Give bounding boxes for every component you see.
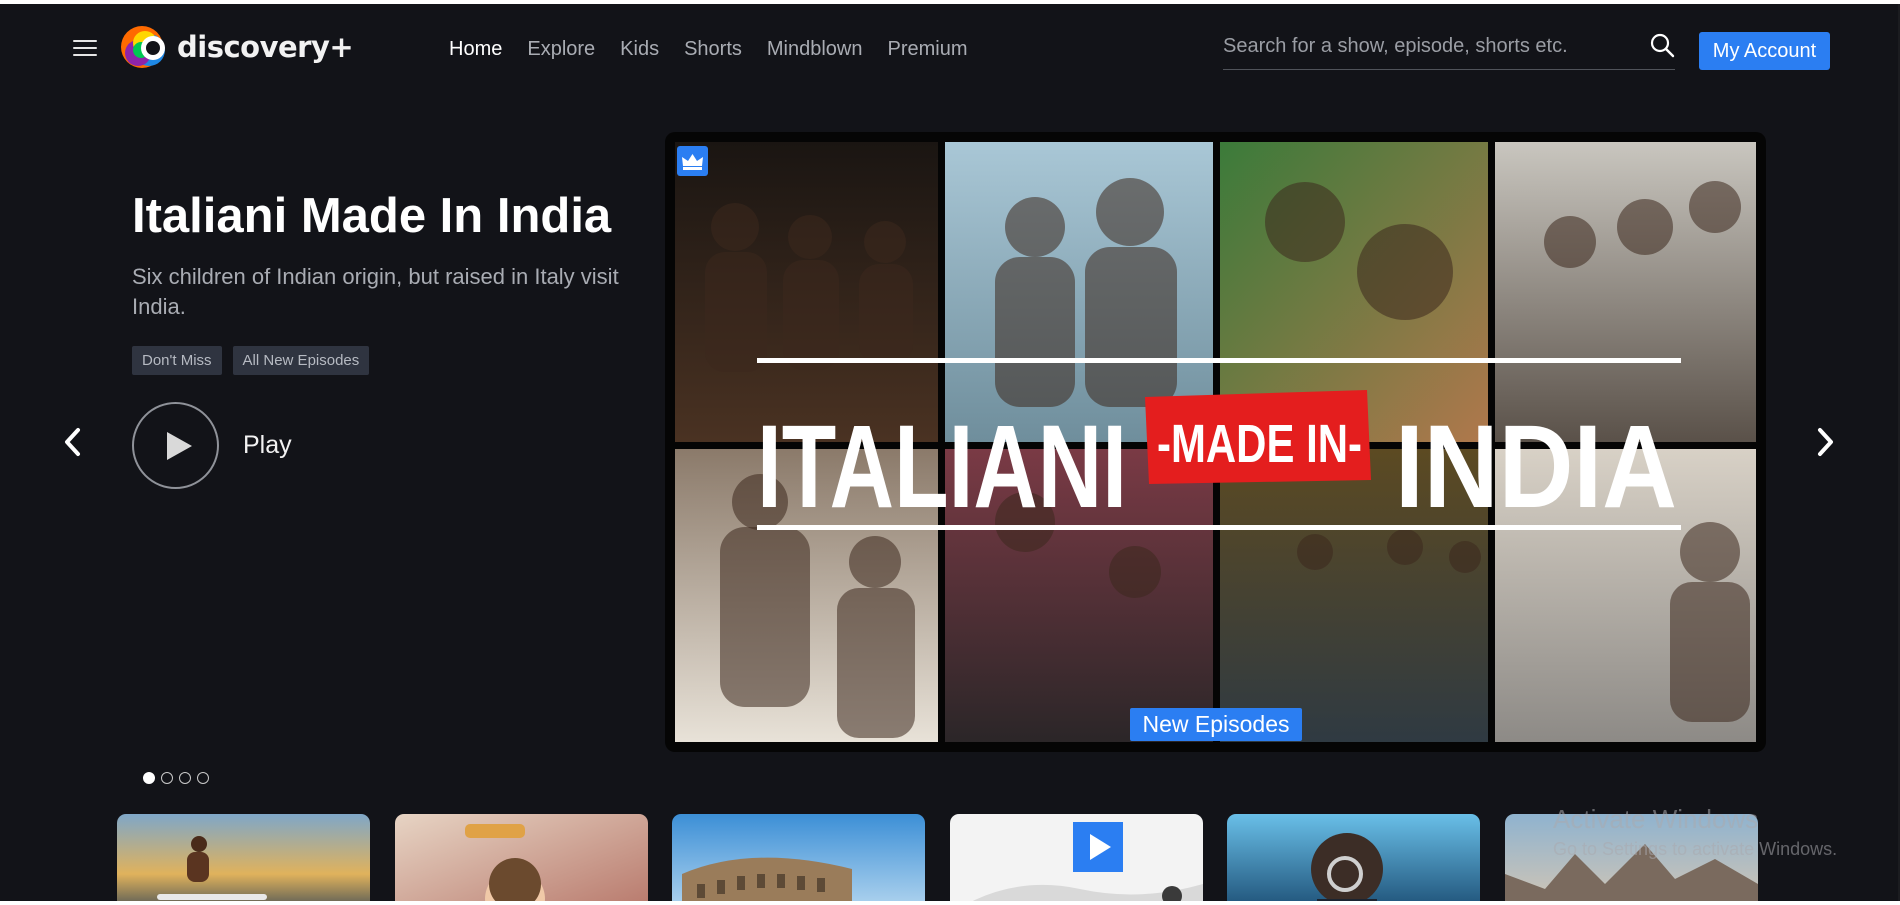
hero-tags: Don't Miss All New Episodes bbox=[132, 346, 380, 375]
carousel-dot-4[interactable] bbox=[197, 772, 209, 784]
play-label[interactable]: Play bbox=[243, 431, 292, 460]
carousel-dot-1[interactable] bbox=[143, 772, 155, 784]
play-button[interactable]: Play bbox=[132, 402, 292, 489]
carousel-dot-2[interactable] bbox=[161, 772, 173, 784]
surfer-card[interactable] bbox=[117, 814, 370, 905]
carousel-dots bbox=[143, 772, 215, 784]
nav-premium[interactable]: Premium bbox=[888, 38, 968, 61]
watermark-title: Activate Windows bbox=[1553, 804, 1759, 834]
colosseum-card[interactable] bbox=[672, 814, 925, 905]
watermark-subtitle: Go to Settings to activate Windows. bbox=[1553, 839, 1838, 859]
hero-image[interactable]: ITALIANI -MADE IN- INDIA bbox=[665, 132, 1766, 752]
activate-windows-watermark: Activate Windows Go to Settings to activ… bbox=[1553, 804, 1837, 860]
chevron-left-icon[interactable] bbox=[58, 422, 88, 462]
hero-title: Italiani Made In India bbox=[132, 189, 612, 243]
search-bar bbox=[1223, 26, 1675, 70]
discovery-logo-mark bbox=[119, 24, 171, 70]
hamburger-menu-icon[interactable] bbox=[73, 40, 97, 58]
search-input[interactable] bbox=[1223, 31, 1623, 61]
new-episodes-badge: New Episodes bbox=[1130, 708, 1302, 741]
carousel-dot-3[interactable] bbox=[179, 772, 191, 784]
play-circle[interactable] bbox=[132, 402, 219, 489]
main-nav: Home Explore Kids Shorts Mindblown Premi… bbox=[449, 38, 993, 61]
search-icon[interactable] bbox=[1649, 32, 1675, 58]
image-title-middle: -MADE IN- bbox=[1157, 414, 1362, 474]
page-bottom-strip bbox=[0, 901, 1900, 905]
chevron-right-icon[interactable] bbox=[1810, 422, 1840, 462]
image-title-left: ITALIANI bbox=[757, 401, 1127, 533]
logo-text: discovery+ bbox=[177, 30, 354, 64]
nav-home[interactable]: Home bbox=[449, 38, 502, 61]
nav-mindblown[interactable]: Mindblown bbox=[767, 38, 863, 61]
hero-description: Six children of Indian origin, but raise… bbox=[132, 264, 619, 319]
discovery-logo[interactable]: discovery+ bbox=[119, 24, 354, 70]
image-title-right: INDIA bbox=[1395, 401, 1677, 533]
crown-icon bbox=[677, 146, 708, 176]
my-account-button[interactable]: My Account bbox=[1699, 32, 1830, 70]
video-play-card[interactable] bbox=[950, 814, 1203, 905]
tag-all-new-episodes: All New Episodes bbox=[232, 346, 370, 375]
nav-shorts[interactable]: Shorts bbox=[684, 38, 742, 61]
kid-airplane-card[interactable] bbox=[395, 814, 648, 905]
magnifier-card[interactable] bbox=[1227, 814, 1480, 905]
play-icon bbox=[167, 432, 192, 460]
discovery-app: discovery+ Home Explore Kids Shorts Mind… bbox=[0, 4, 1900, 905]
tag-dont-miss: Don't Miss bbox=[132, 346, 222, 375]
nav-kids[interactable]: Kids bbox=[620, 38, 659, 61]
hero-collage: ITALIANI -MADE IN- INDIA bbox=[675, 142, 1756, 742]
nav-explore[interactable]: Explore bbox=[527, 38, 595, 61]
